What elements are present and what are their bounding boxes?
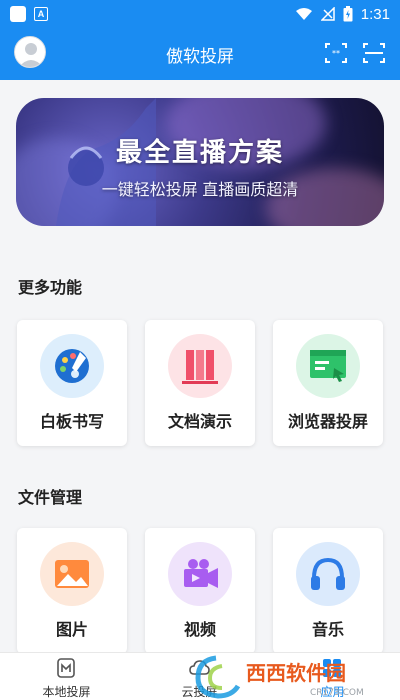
- card-label: 白板书写: [39, 414, 104, 431]
- headphones-icon: [311, 557, 345, 590]
- card-label: 音乐: [311, 622, 344, 639]
- remote-code-icon[interactable]: **: [324, 41, 348, 65]
- signal-icon: [320, 7, 335, 21]
- documents-icon: [182, 350, 218, 384]
- card-label: 浏览器投屏: [287, 414, 368, 431]
- card-videos[interactable]: 视频: [145, 528, 255, 654]
- card-whiteboard[interactable]: 白板书写: [17, 320, 127, 446]
- scan-icon[interactable]: [362, 41, 386, 65]
- card-label: 视频: [183, 622, 216, 639]
- banner-subtitle: 一键轻松投屏 直播画质超清: [101, 182, 299, 199]
- battery-icon: [343, 6, 353, 22]
- watermark-text: 西西软件园: [246, 661, 346, 685]
- watermark-sub: CR173.COM: [310, 688, 364, 698]
- card-browser[interactable]: 浏览器投屏: [273, 320, 383, 446]
- card-documents[interactable]: 文档演示: [145, 320, 255, 446]
- promo-banner[interactable]: 最全直播方案 一键轻松投屏 直播画质超清: [16, 98, 384, 226]
- watermark-logo: 西西软件园 CR173.COM: [195, 655, 364, 699]
- nav-label: 本地投屏: [42, 685, 91, 699]
- local-cast-icon: [57, 658, 75, 678]
- app-header: 傲软投屏 **: [0, 28, 400, 80]
- browser-icon: [310, 350, 346, 382]
- status-time: 1:31: [360, 5, 390, 23]
- section-title-more: 更多功能: [18, 280, 83, 297]
- card-label: 文档演示: [167, 414, 232, 431]
- card-music[interactable]: 音乐: [273, 528, 383, 654]
- a-notification-icon: A: [34, 7, 48, 21]
- card-label: 图片: [55, 622, 88, 639]
- card-images[interactable]: 图片: [17, 528, 127, 654]
- status-bar: A 1:31: [0, 0, 400, 28]
- palette-icon: [55, 349, 89, 383]
- svg-text:**: **: [332, 49, 340, 58]
- avatar[interactable]: [14, 36, 46, 68]
- section-title-files: 文件管理: [18, 490, 83, 507]
- nav-local-cast[interactable]: 本地投屏: [0, 653, 133, 700]
- image-icon: [55, 560, 89, 588]
- video-icon: [184, 559, 218, 588]
- notification-square-icon: [10, 6, 26, 22]
- banner-title: 最全直播方案: [115, 137, 284, 167]
- wifi-icon: [295, 8, 312, 20]
